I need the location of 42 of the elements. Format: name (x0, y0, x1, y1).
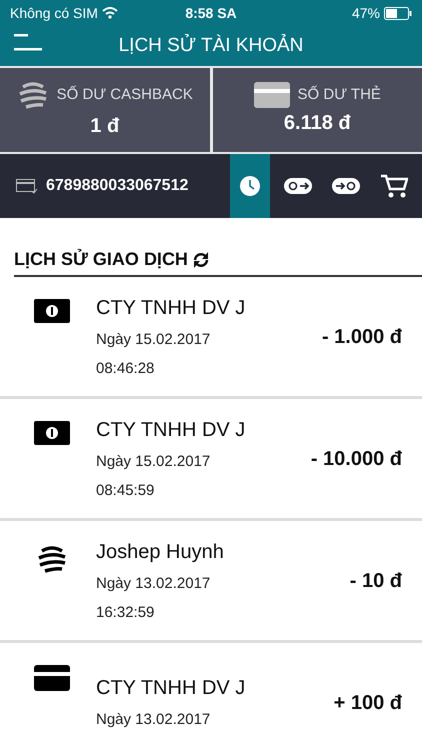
transaction-date: Ngày 15.02.2017 (96, 330, 212, 350)
transaction-row[interactable]: CTY TNHH DV J Ngày 15.02.2017 08:45:59 - 10.000 đ (0, 399, 422, 521)
transaction-amount: + 100 đ (334, 690, 402, 716)
menu-icon[interactable] (14, 32, 42, 52)
transaction-amount: - 10 đ (350, 568, 402, 594)
page-title: LỊCH SỬ TÀI KHOẢN (118, 33, 304, 58)
balance-amount: 1 đ (90, 114, 120, 139)
transaction-time: 08:45:59 (96, 480, 156, 500)
credit-card-icon (254, 82, 290, 108)
transaction-time: 16:32:59 (96, 602, 156, 622)
battery-percent: 47% (352, 4, 380, 22)
transaction-amount: - 10.000 đ (310, 446, 402, 472)
battery-icon (384, 6, 412, 20)
transaction-row[interactable]: CTY TNHH DV J Ngày 15.02.2017 08:46:28 - 1.000 đ (0, 277, 422, 399)
payee-name: Joshep Huynh (96, 540, 224, 565)
payee-name: CTY TNHH DV J (96, 296, 246, 321)
refresh-icon[interactable] (192, 250, 210, 268)
transaction-time: 08:46:28 (96, 358, 156, 378)
banknote-icon (34, 421, 70, 445)
section-title: LỊCH SỬ GIAO DỊCH (14, 248, 188, 271)
credit-card-icon (34, 665, 70, 691)
banknote-icon (34, 299, 70, 323)
transaction-row[interactable]: CTY TNHH DV J Ngày 13.02.2017 + 100 đ (0, 643, 422, 750)
carrier-text: Không có SIM (10, 4, 98, 23)
card-number: 6789880033067512 (46, 176, 188, 196)
payee-name: CTY TNHH DV J (96, 676, 246, 702)
clock-text: 8:58 SA (184, 4, 238, 22)
transaction-amount: - 1.000 đ (322, 324, 402, 350)
transaction-row[interactable]: Joshep Huynh Ngày 13.02.2017 16:32:59 - 10 đ (0, 521, 422, 643)
transaction-date: Ngày 13.02.2017 (96, 574, 212, 594)
cart-icon (380, 174, 408, 198)
striped-sphere-icon (16, 79, 49, 111)
card-icon (16, 178, 38, 194)
wifi-icon (102, 7, 118, 19)
balance-label: SỐ DƯ CASHBACK (56, 84, 193, 105)
balance-amount: 6.118 đ (284, 111, 351, 136)
transaction-date: Ngày 13.02.2017 (96, 710, 212, 730)
balance-label: SỐ DƯ THẺ (298, 84, 381, 105)
payee-name: CTY TNHH DV J (96, 418, 246, 443)
transaction-date: Ngày 15.02.2017 (96, 452, 212, 472)
clock-icon (239, 175, 261, 197)
striped-sphere-icon (36, 543, 68, 575)
